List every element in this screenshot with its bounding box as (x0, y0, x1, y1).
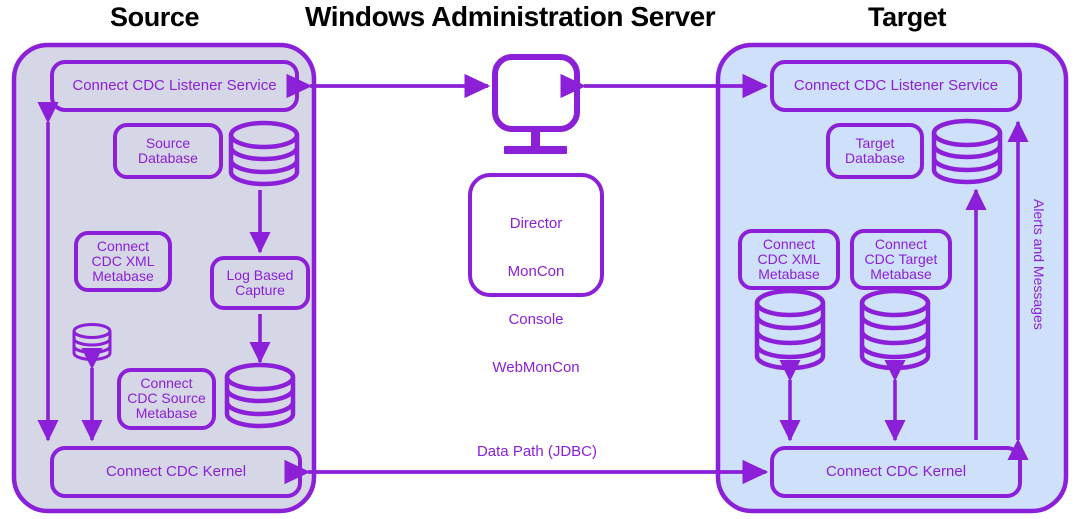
windows-admin-server-group (468, 54, 604, 297)
header-target: Target (868, 2, 947, 32)
architecture-diagram-svg (11, 42, 1069, 514)
source-panel (11, 42, 317, 514)
admin-components-box[interactable] (468, 173, 604, 297)
target-alerts-and-messages-label: Alerts and Messages (1031, 199, 1047, 330)
diagram-canvas: Source Windows Administration Server Tar… (0, 0, 1080, 519)
header-source: Source (110, 2, 200, 32)
header-windows-administration-server: Windows Administration Server (305, 1, 716, 32)
source-panel-body (11, 42, 317, 514)
monitor-icon (492, 54, 580, 154)
target-panel (715, 42, 1069, 514)
target-panel-body (715, 42, 1069, 514)
